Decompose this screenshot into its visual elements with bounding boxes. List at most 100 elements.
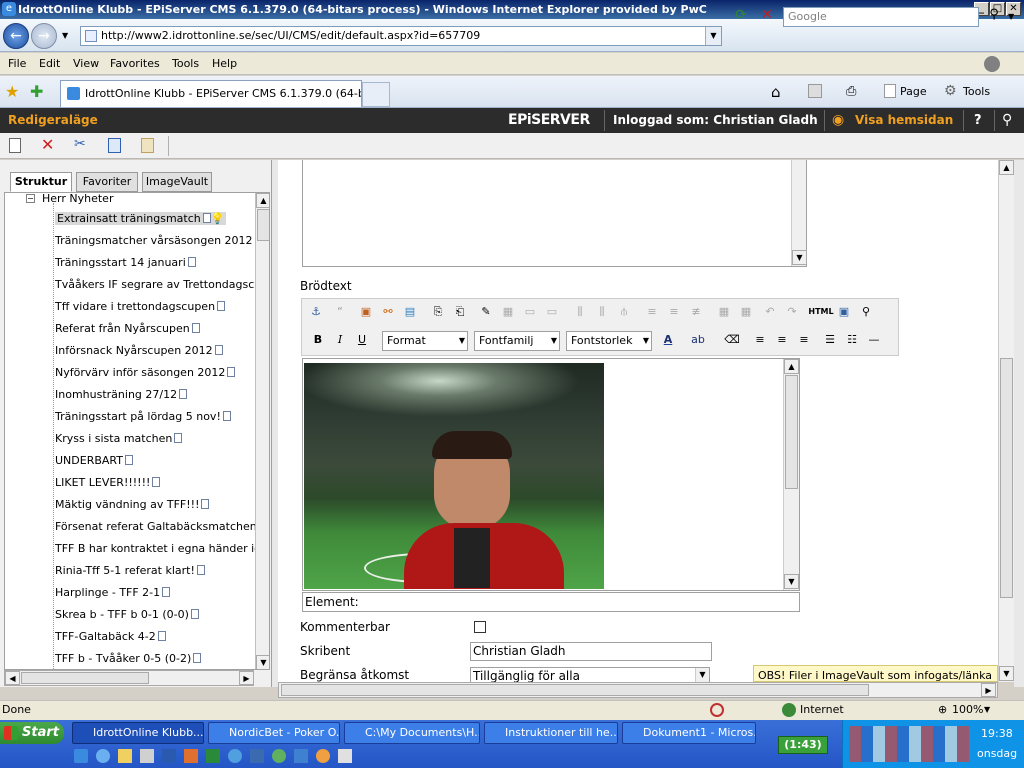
tree-item[interactable]: Tvååkers IF segrare av Trettondagscu xyxy=(55,278,261,291)
format-select[interactable]: Format ▼ xyxy=(382,331,468,351)
scroll-down-arrow[interactable]: ▼ xyxy=(784,574,799,589)
insert-col-icon[interactable]: ⫼ xyxy=(570,303,590,321)
new-page-icon[interactable] xyxy=(9,138,21,153)
browser-tab-active[interactable]: IdrottOnline Klubb - EPiServer CMS 6.1.3… xyxy=(60,80,362,107)
preview-icon[interactable]: ▣ xyxy=(834,303,854,321)
insert-row-icon[interactable]: ≡ xyxy=(642,303,662,321)
delete-col-icon[interactable]: ⫛ xyxy=(614,303,634,321)
task-my-documents[interactable]: C:\My Documents\H... xyxy=(344,722,480,744)
scroll-down-arrow[interactable]: ▼ xyxy=(999,666,1014,681)
underline-button[interactable]: U xyxy=(352,331,372,349)
anchor-icon[interactable]: ⚓ xyxy=(306,303,326,321)
editor-scrollbar[interactable]: ▲ ▼ xyxy=(783,359,799,590)
session-timer[interactable]: (1:43) xyxy=(778,736,828,754)
quicklaunch-ie-icon[interactable] xyxy=(74,749,88,763)
delete-icon[interactable]: ✕ xyxy=(41,135,54,154)
new-tab-button[interactable] xyxy=(362,82,390,107)
tree-item[interactable]: Skrea b - TFF b 0-1 (0-0) xyxy=(55,608,199,621)
textarea-scrollbar[interactable]: ▼ xyxy=(791,160,807,266)
scroll-down-arrow[interactable]: ▼ xyxy=(792,250,807,265)
text-color-icon[interactable]: A xyxy=(658,331,678,349)
search-icon[interactable]: ⚲ xyxy=(983,7,1005,27)
quicklaunch-clip-icon[interactable] xyxy=(338,749,352,763)
insert-image-icon[interactable]: ▣ xyxy=(356,303,376,321)
scroll-thumb[interactable] xyxy=(785,375,798,489)
scroll-right-arrow[interactable]: ▶ xyxy=(981,683,996,697)
tree-item[interactable]: LIKET LEVER!!!!!! xyxy=(55,476,161,489)
merge-cells-icon[interactable]: ▦ xyxy=(714,303,734,321)
tree-vertical-scrollbar[interactable]: ▲ ▼ xyxy=(255,193,269,669)
menu-favorites[interactable]: Favorites xyxy=(110,57,160,70)
quicklaunch-app-icon[interactable] xyxy=(294,749,308,763)
font-size-select[interactable]: Fontstorlek ▼ xyxy=(566,331,652,351)
scroll-up-arrow[interactable]: ▲ xyxy=(784,359,799,374)
home-icon[interactable]: ⌂ xyxy=(771,83,781,101)
help-button[interactable]: ? xyxy=(974,108,982,133)
stop-icon[interactable]: ✕ xyxy=(756,7,778,27)
insert-document-icon[interactable]: ▤ xyxy=(400,303,420,321)
bold-button[interactable]: B xyxy=(308,331,328,349)
tab-favoriter[interactable]: Favoriter xyxy=(76,172,138,192)
font-family-select[interactable]: Fontfamilj ▼ xyxy=(474,331,560,351)
tab-struktur[interactable]: Struktur xyxy=(10,172,72,192)
toolbar-gear-icon[interactable] xyxy=(984,56,1000,72)
task-nordicbet[interactable]: NordicBet - Poker O... xyxy=(208,722,340,744)
quicklaunch-network-icon[interactable] xyxy=(228,749,242,763)
scroll-up-arrow[interactable]: ▲ xyxy=(999,160,1014,175)
collapse-icon[interactable]: − xyxy=(26,194,35,203)
menu-help[interactable]: Help xyxy=(212,57,237,70)
table-row-icon[interactable]: ▭ xyxy=(520,303,540,321)
insert-col-after-icon[interactable]: ⫼ xyxy=(592,303,612,321)
tree-item[interactable]: Extrainsatt träningsmatch 💡 xyxy=(55,212,227,225)
remove-format-icon[interactable]: ⌫ xyxy=(722,331,742,349)
link-icon[interactable]: ⚯ xyxy=(378,303,398,321)
start-button[interactable]: Start xyxy=(0,722,64,744)
edit-icon[interactable]: ✎ xyxy=(476,303,496,321)
scroll-thumb[interactable] xyxy=(1000,358,1013,598)
search-input[interactable]: Google xyxy=(783,7,979,27)
paste-icon[interactable] xyxy=(141,138,154,153)
scroll-thumb[interactable] xyxy=(21,672,149,684)
quicklaunch-outlook-icon[interactable] xyxy=(250,749,264,763)
add-favorite-icon[interactable]: ✚ xyxy=(30,82,43,101)
find-icon[interactable]: ⚲ xyxy=(856,303,876,321)
menu-view[interactable]: View xyxy=(73,57,99,70)
page-menu[interactable]: Page xyxy=(900,85,927,98)
tree-item[interactable]: Harplinge - TFF 2-1 xyxy=(55,586,171,599)
highlight-icon[interactable]: ab xyxy=(688,331,708,349)
tree-item[interactable]: TFF B har kontraktet i egna händer ige xyxy=(55,542,268,555)
tree-item[interactable]: TFF-Galtabäck 4-2 xyxy=(55,630,166,643)
quicklaunch-powerpoint-icon[interactable] xyxy=(184,749,198,763)
refresh-icon[interactable]: ⟳ xyxy=(730,7,752,27)
access-select[interactable]: Tillgänglig för alla ▼ xyxy=(470,667,710,682)
history-dropdown-icon[interactable]: ▼ xyxy=(62,31,68,40)
forward-button[interactable]: → xyxy=(31,23,57,49)
scroll-thumb[interactable] xyxy=(257,209,269,241)
copy-icon[interactable]: ⎘ xyxy=(428,303,448,321)
quicklaunch-excel-icon[interactable] xyxy=(206,749,220,763)
right-splitter[interactable] xyxy=(1014,160,1024,687)
scroll-up-arrow[interactable]: ▲ xyxy=(256,193,269,208)
horizontal-rule-icon[interactable]: — xyxy=(864,331,884,349)
quicklaunch-globe-icon[interactable] xyxy=(96,749,110,763)
align-center-icon[interactable]: ≡ xyxy=(772,331,792,349)
copy-icon[interactable] xyxy=(108,138,121,153)
tab-imagevault[interactable]: ImageVault xyxy=(142,172,212,192)
print-icon[interactable]: ⎙ xyxy=(846,84,856,99)
quicklaunch-media-icon[interactable] xyxy=(316,749,330,763)
scroll-down-arrow[interactable]: ▼ xyxy=(256,655,269,669)
align-right-icon[interactable]: ≡ xyxy=(794,331,814,349)
align-left-icon[interactable]: ≡ xyxy=(750,331,770,349)
tree-item[interactable]: Mäktig vändning av TFF!!! xyxy=(55,498,210,511)
main-horizontal-scrollbar[interactable]: ▶ xyxy=(278,682,998,698)
rich-text-editor[interactable]: ▲ ▼ xyxy=(302,358,800,591)
tree-item[interactable]: Referat från Nyårscupen xyxy=(55,322,200,335)
table-icon[interactable]: ▦ xyxy=(498,303,518,321)
address-dropdown-icon[interactable]: ▼ xyxy=(705,27,721,45)
numbered-list-icon[interactable]: ☷ xyxy=(842,331,862,349)
quicklaunch-tool-icon[interactable] xyxy=(140,749,154,763)
feeds-icon[interactable] xyxy=(808,84,822,98)
address-bar[interactable]: http://www2.idrottonline.se/sec/UI/CMS/e… xyxy=(80,26,722,46)
tree-item[interactable]: Kryss i sista matchen xyxy=(55,432,183,445)
text-area-top[interactable]: ▼ xyxy=(302,160,807,267)
